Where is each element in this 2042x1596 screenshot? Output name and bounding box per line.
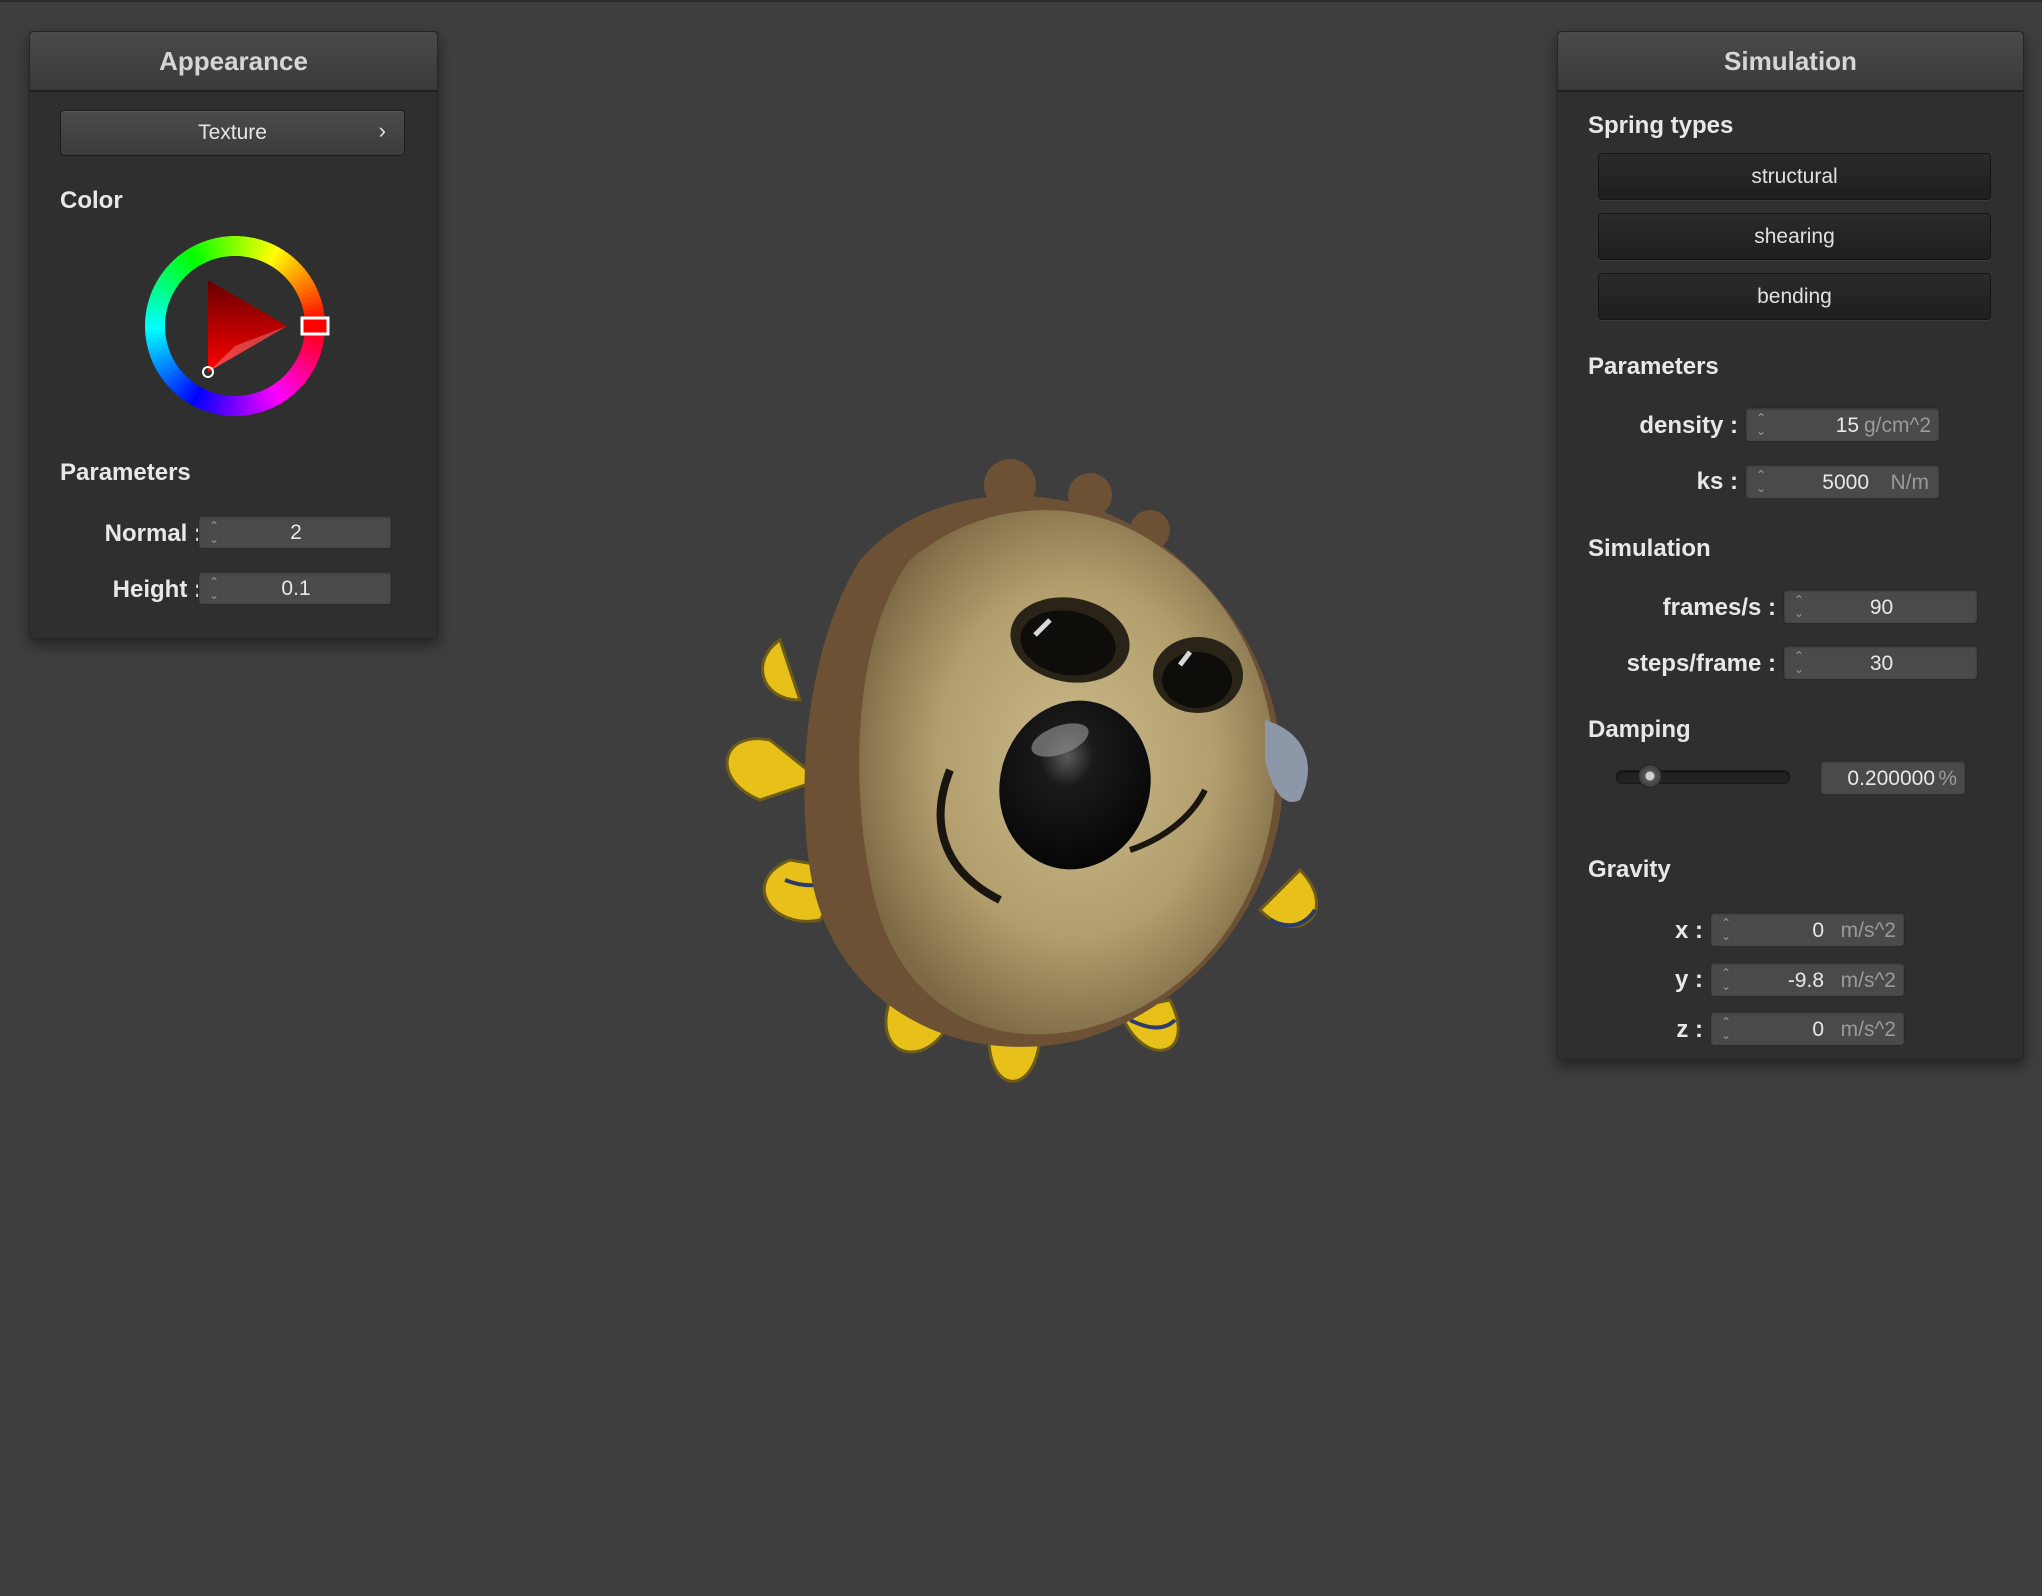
structural-button[interactable]: structural [1598,153,1991,200]
damping-value: 0.200000 [1847,767,1935,790]
damping-slider-knob[interactable] [1638,764,1663,788]
spinner-icon[interactable]: ⌃ ⌄ [1721,917,1731,943]
simulation-section-label: Simulation [1588,535,1711,562]
cloth-sphere-mascot [725,459,1319,1083]
gravity-y-input[interactable]: ⌃ ⌄ -9.8 m/s^2 [1710,962,1905,997]
gravity-z-value: 0 [1812,1018,1824,1041]
height-label: Height : [112,576,202,603]
steps-label: steps/frame : [1626,650,1776,677]
bending-button[interactable]: bending [1598,273,1991,320]
damping-label: Damping [1588,716,1691,743]
density-input[interactable]: ⌃ ⌄ 15 g/cm^2 [1745,407,1940,442]
density-unit: g/cm^2 [1863,414,1931,437]
damping-unit: % [1938,767,1957,790]
structural-button-label: structural [1751,165,1838,188]
height-value: 0.1 [281,577,311,600]
steps-value: 30 [1869,652,1894,675]
gravity-z-unit: m/s^2 [1840,1018,1896,1041]
normal-input[interactable]: ⌃ ⌄ 2 [198,515,392,549]
fps-value: 90 [1869,596,1894,619]
spinner-icon[interactable]: ⌃ ⌄ [1721,967,1731,993]
spinner-icon[interactable]: ⌃ ⌄ [1756,412,1766,438]
steps-input[interactable]: ⌃ ⌄ 30 [1783,645,1978,680]
damping-input[interactable]: 0.200000 % [1820,760,1966,795]
appearance-panel-title[interactable]: Appearance [30,32,437,92]
gravity-z-label: z : [1676,1016,1703,1043]
appearance-parameters-label: Parameters [60,459,191,486]
texture-button-label: Texture [198,121,267,144]
gravity-z-input[interactable]: ⌃ ⌄ 0 m/s^2 [1710,1011,1905,1046]
hue-selector-handle[interactable] [300,316,330,336]
bending-button-label: bending [1757,285,1832,308]
gravity-x-value: 0 [1812,919,1824,942]
gravity-x-label: x : [1674,917,1703,944]
gravity-label: Gravity [1588,856,1671,883]
shearing-button[interactable]: shearing [1598,213,1991,260]
appearance-panel: Appearance Texture › Color Parameters No… [29,31,438,639]
ks-unit: N/m [1890,471,1930,494]
spinner-icon[interactable]: ⌃ ⌄ [1721,1016,1731,1042]
spinner-icon[interactable]: ⌃ ⌄ [1756,469,1766,495]
ks-label: ks : [1696,468,1738,495]
shearing-button-label: shearing [1754,225,1835,248]
fps-label: frames/s : [1662,594,1776,621]
gravity-x-input[interactable]: ⌃ ⌄ 0 m/s^2 [1710,912,1905,947]
density-value: 15 [1835,414,1859,437]
spring-types-label: Spring types [1588,112,1734,139]
height-input[interactable]: ⌃ ⌄ 0.1 [198,571,392,605]
gravity-y-label: y : [1674,966,1703,993]
gravity-x-unit: m/s^2 [1840,919,1896,942]
color-label: Color [60,187,123,214]
simulation-panel-title[interactable]: Simulation [1558,32,2023,92]
ks-value: 5000 [1822,471,1869,494]
gravity-y-value: -9.8 [1787,969,1824,992]
simulation-panel: Simulation Spring types structural shear… [1557,31,2024,1060]
simulation-parameters-label: Parameters [1588,353,1719,380]
color-wheel-icon[interactable] [145,236,345,436]
normal-value: 2 [290,521,302,544]
texture-button[interactable]: Texture › [60,110,405,156]
chevron-right-icon: › [378,118,386,143]
ks-input[interactable]: ⌃ ⌄ 5000 N/m [1745,464,1940,499]
fps-input[interactable]: ⌃ ⌄ 90 [1783,589,1978,624]
window-top-border [0,0,2042,2]
normal-label: Normal : [104,520,202,547]
density-label: density : [1639,412,1738,439]
gravity-y-unit: m/s^2 [1840,969,1896,992]
